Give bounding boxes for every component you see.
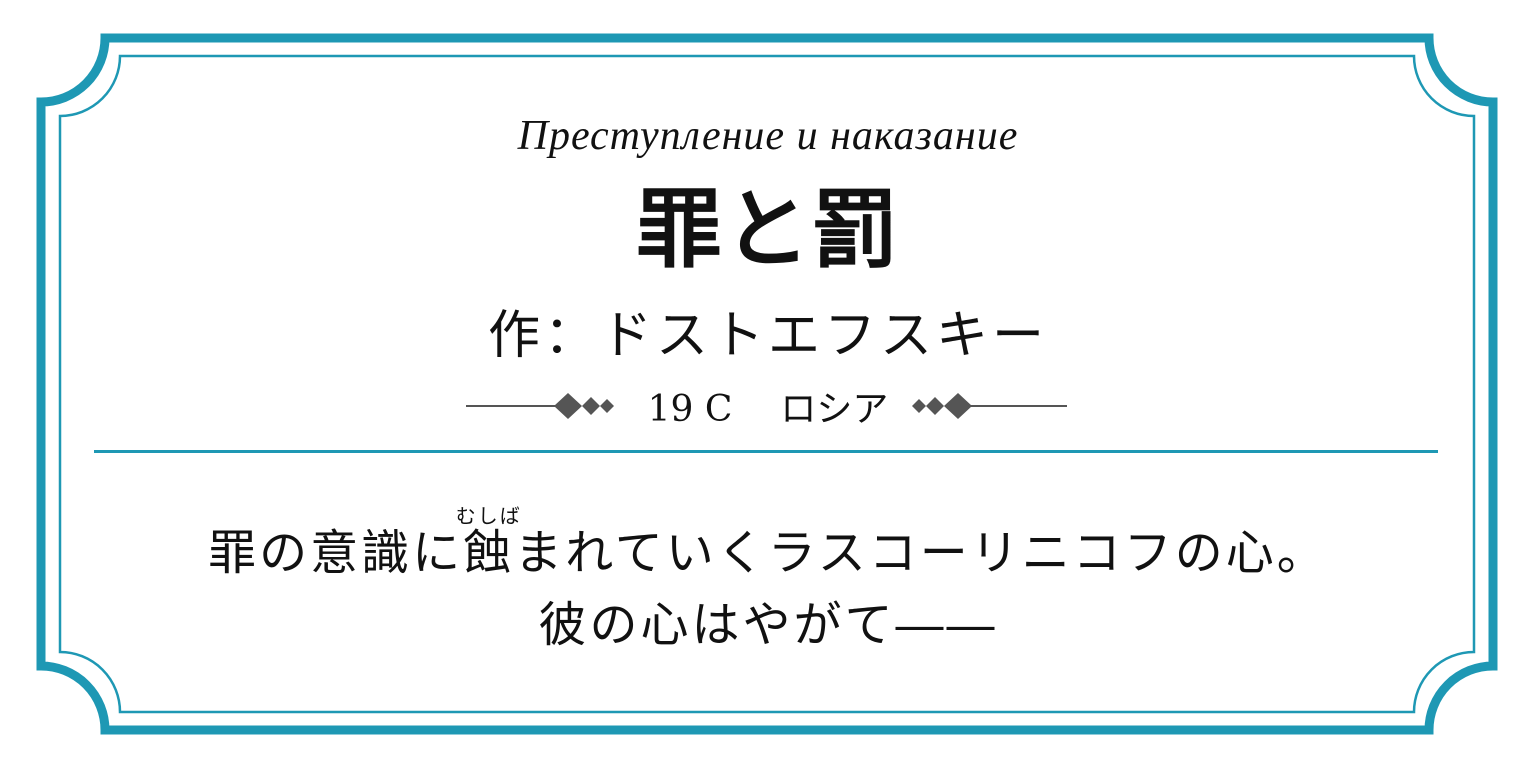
book-title: 罪と罰 (636, 180, 900, 280)
era-country-text: 19 C ロシア (630, 380, 907, 432)
ruby-base: 蝕 (455, 525, 522, 581)
author-line: 作：ドストエフスキー (487, 306, 1048, 366)
description-part-2: まれていくラスコーリニコフの心。 (514, 525, 1328, 581)
card: Преступление и наказание 罪と罰 作：ドストエフスキー … (0, 0, 1536, 766)
description-line-2: 彼の心はやがて―― (538, 597, 998, 653)
country: ロシア (780, 389, 889, 430)
section-divider (94, 450, 1438, 453)
ruby-reading: むしば (455, 504, 522, 528)
era: 19 C (647, 389, 733, 430)
era-country-row: 19 C ロシア (0, 380, 1536, 432)
description-line-1: 罪の意識に蝕むしばまれていくラスコーリニコフの心。 (0, 504, 1536, 583)
description-part-1: 罪の意識に (208, 525, 464, 581)
original-title: Преступление и наказание (517, 113, 1019, 159)
ruby-word: 蝕むしば (456, 504, 520, 581)
